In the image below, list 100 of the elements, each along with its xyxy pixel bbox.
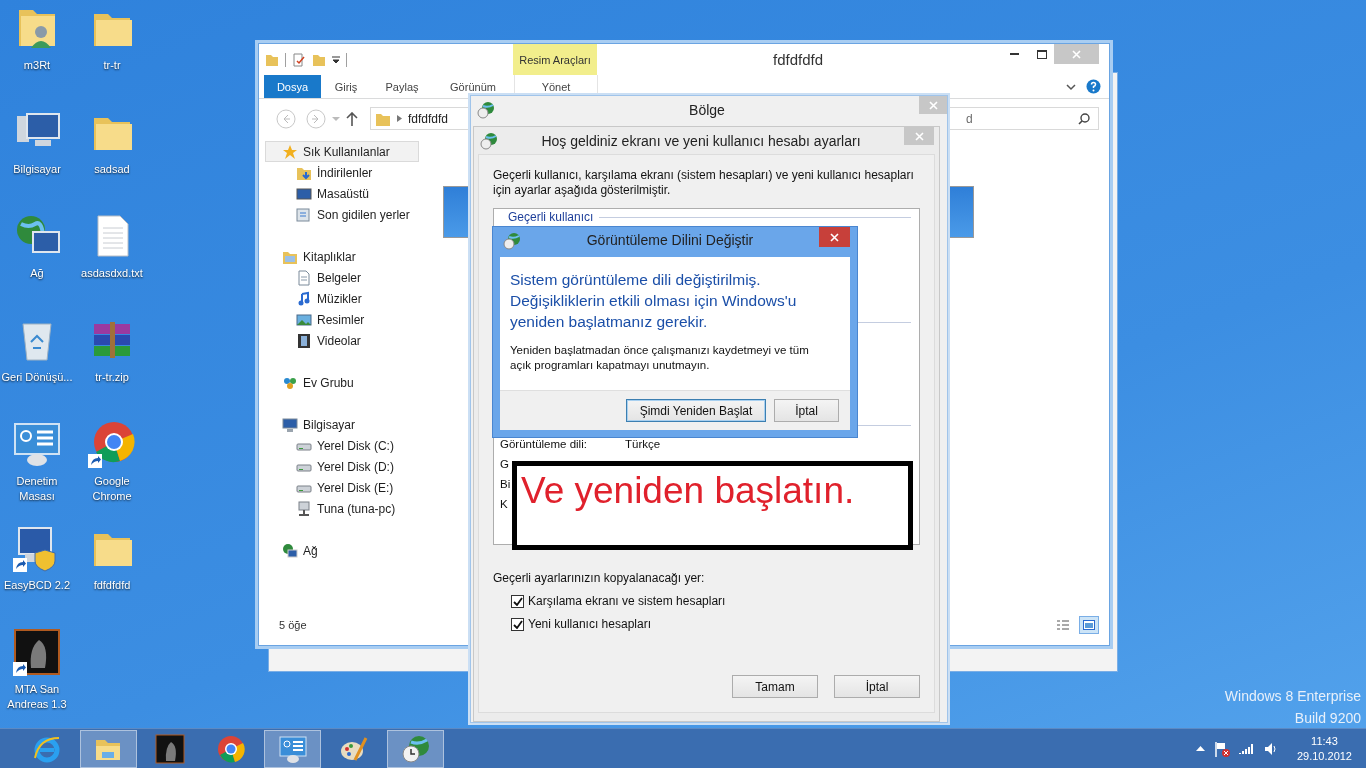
caret-up-icon[interactable] <box>1195 746 1205 751</box>
message-headline: Sistem görüntüleme dili değiştirilmiş. Değişikliklerin etkili olması için Windows'u yeniden başlatmanız gerekir. <box>510 270 798 332</box>
search-field[interactable]: d <box>947 107 1099 130</box>
desktop-icon-label[interactable]: Google Chrome <box>76 474 148 504</box>
up-arrow-icon[interactable] <box>346 111 358 126</box>
list-icon <box>1057 620 1069 630</box>
checkbox-option[interactable]: Karşılama ekranı ve sistem hesapları <box>511 594 920 608</box>
dropdown-caret-icon[interactable] <box>332 55 340 64</box>
dialog-button[interactable]: Şimdi Yeniden Başlat <box>626 399 766 422</box>
browser-icon[interactable] <box>216 733 246 764</box>
taskbar-button[interactable] <box>387 729 444 768</box>
check-icon <box>512 619 523 629</box>
nav-item[interactable]: Ağ <box>265 540 419 561</box>
signal-icon[interactable] <box>1238 742 1255 755</box>
desktop-icon-label[interactable]: asdasdxd.txt <box>76 266 148 281</box>
dialog-button[interactable]: Tamam <box>732 675 818 698</box>
desktop-icon-label[interactable]: Denetim Masası <box>1 474 73 504</box>
globe-clock-icon <box>503 232 521 250</box>
flag-error-icon[interactable] <box>1213 740 1230 757</box>
intro-text: Geçerli kullanıcı, karşılama ekranı (sistem hesapları) ve yeni kullanıcı hesapları için ayarlar aşağıda gösterilmiştir. <box>493 168 915 198</box>
properties-icon[interactable] <box>292 52 306 67</box>
group-label: Geçerli kullanıcı <box>508 210 594 224</box>
nav-item[interactable]: Ev Grubu <box>265 372 419 393</box>
thumbnail-view-button[interactable] <box>1079 616 1099 634</box>
taskbar-button[interactable] <box>264 729 321 768</box>
taskbar-button[interactable] <box>79 729 137 768</box>
nav-item[interactable]: Yerel Disk (E:) <box>265 477 419 498</box>
setting-value: Türkçe <box>625 438 661 450</box>
nav-item[interactable]: Belgeler <box>265 267 419 288</box>
nav-item[interactable]: Resimler <box>265 309 419 330</box>
item-count: 5 öğe <box>279 619 307 631</box>
desktop-icon-label[interactable]: Ağ <box>1 266 73 281</box>
desktop-icon-label[interactable]: sadsad <box>76 162 148 177</box>
nav-item[interactable]: Yerel Disk (C:) <box>265 435 419 456</box>
checkbox[interactable] <box>511 617 524 631</box>
checkbox[interactable] <box>511 594 524 608</box>
ribbon-tab[interactable]: Giriş <box>321 75 371 98</box>
ribbon-tab[interactable]: Dosya <box>264 75 321 98</box>
checkbox-option[interactable]: Yeni kullanıcı hesapları <box>511 617 920 631</box>
globe-clock-icon[interactable] <box>400 733 431 764</box>
globe-clock-icon <box>477 101 495 119</box>
dialog-button[interactable]: İptal <box>834 675 920 698</box>
globe-clock-icon <box>480 132 498 150</box>
nav-item[interactable]: Tuna (tuna-pc) <box>265 498 419 519</box>
setting-label: Bi <box>500 478 512 490</box>
annotation-text: Ve yeniden başlatın. <box>521 470 855 511</box>
copy-label: Geçerli ayarlarınızın kopyalanacağı yer: <box>493 571 706 585</box>
check-icon <box>512 596 523 606</box>
dialog-title: Bölge <box>688 102 726 118</box>
nav-item[interactable]: Bilgisayar <box>265 414 419 435</box>
desktop-icon <box>296 185 312 202</box>
desktop-icon-label[interactable]: tr-tr <box>76 58 148 73</box>
nav-item[interactable]: Videolar <box>265 330 419 351</box>
speaker-icon[interactable] <box>1263 741 1278 756</box>
chevron-down-icon[interactable] <box>1066 82 1076 91</box>
dialog-title: Görüntüleme Dilini Değiştir <box>585 232 755 248</box>
desktop-icon-label[interactable]: Bilgisayar <box>1 162 73 177</box>
contextual-tab-label: Resim Araçları <box>513 44 597 75</box>
browser-icon[interactable] <box>88 420 136 468</box>
close-button[interactable] <box>819 227 850 247</box>
star-icon <box>282 143 298 160</box>
nav-item[interactable]: İndirilenler <box>265 162 419 183</box>
minimize-icon <box>1009 53 1019 55</box>
nav-item[interactable]: Son gidilen yerler <box>265 204 419 225</box>
dark-tile-icon[interactable] <box>154 733 185 764</box>
desktop-icon-label[interactable]: tr-tr.zip <box>76 370 148 385</box>
control-panel-icon[interactable] <box>277 733 308 764</box>
setting-label: Görüntüleme dili: <box>500 438 588 450</box>
picture-icon <box>1083 620 1095 630</box>
close-icon <box>830 232 839 242</box>
ribbon-tab[interactable]: Paylaş <box>371 75 433 98</box>
close-icon <box>914 131 924 141</box>
computer-icon <box>282 416 298 433</box>
breadcrumb-arrow-icon <box>397 115 402 122</box>
edition-text: Build 9200 <box>1294 710 1361 726</box>
edition-text: Windows 8 Enterprise <box>1224 688 1361 704</box>
nav-item[interactable]: Sık Kullanılanlar <box>265 141 419 162</box>
ribbon-tab[interactable]: Görünüm <box>433 75 513 98</box>
nav-item[interactable]: Yerel Disk (D:) <box>265 456 419 477</box>
setting-label: G <box>500 458 510 470</box>
dialog-title: Hoş geldiniz ekranı ve yeni kullanıcı hesabı ayarları <box>540 132 862 149</box>
maximize-icon <box>1036 49 1047 59</box>
dark-tile-icon[interactable] <box>13 628 61 676</box>
document-icon <box>296 269 312 286</box>
nav-item[interactable]: Masaüstü <box>265 183 419 204</box>
help-icon[interactable] <box>1086 79 1101 94</box>
recent-places-icon <box>296 206 312 223</box>
nav-item[interactable]: Müzikler <box>265 288 419 309</box>
desktop-icon-label[interactable]: Geri Dönüşü... <box>1 370 73 385</box>
dialog-button[interactable]: İptal <box>774 399 839 422</box>
picture-icon <box>296 311 312 328</box>
desktop-icon-label[interactable]: EasyBCD 2.2 <box>1 578 73 593</box>
close-icon <box>1072 49 1081 59</box>
close-icon <box>928 100 938 110</box>
desktop-icon-label[interactable]: m3Rt <box>1 58 73 73</box>
control-panel-icon[interactable] <box>13 420 61 468</box>
clock[interactable]: 11:43 29.10.2012 <box>1296 733 1352 764</box>
window-title: fdfdfdfd <box>771 51 824 68</box>
nav-item[interactable]: Kitaplıklar <box>265 246 419 267</box>
network-drive-icon <box>296 500 312 517</box>
